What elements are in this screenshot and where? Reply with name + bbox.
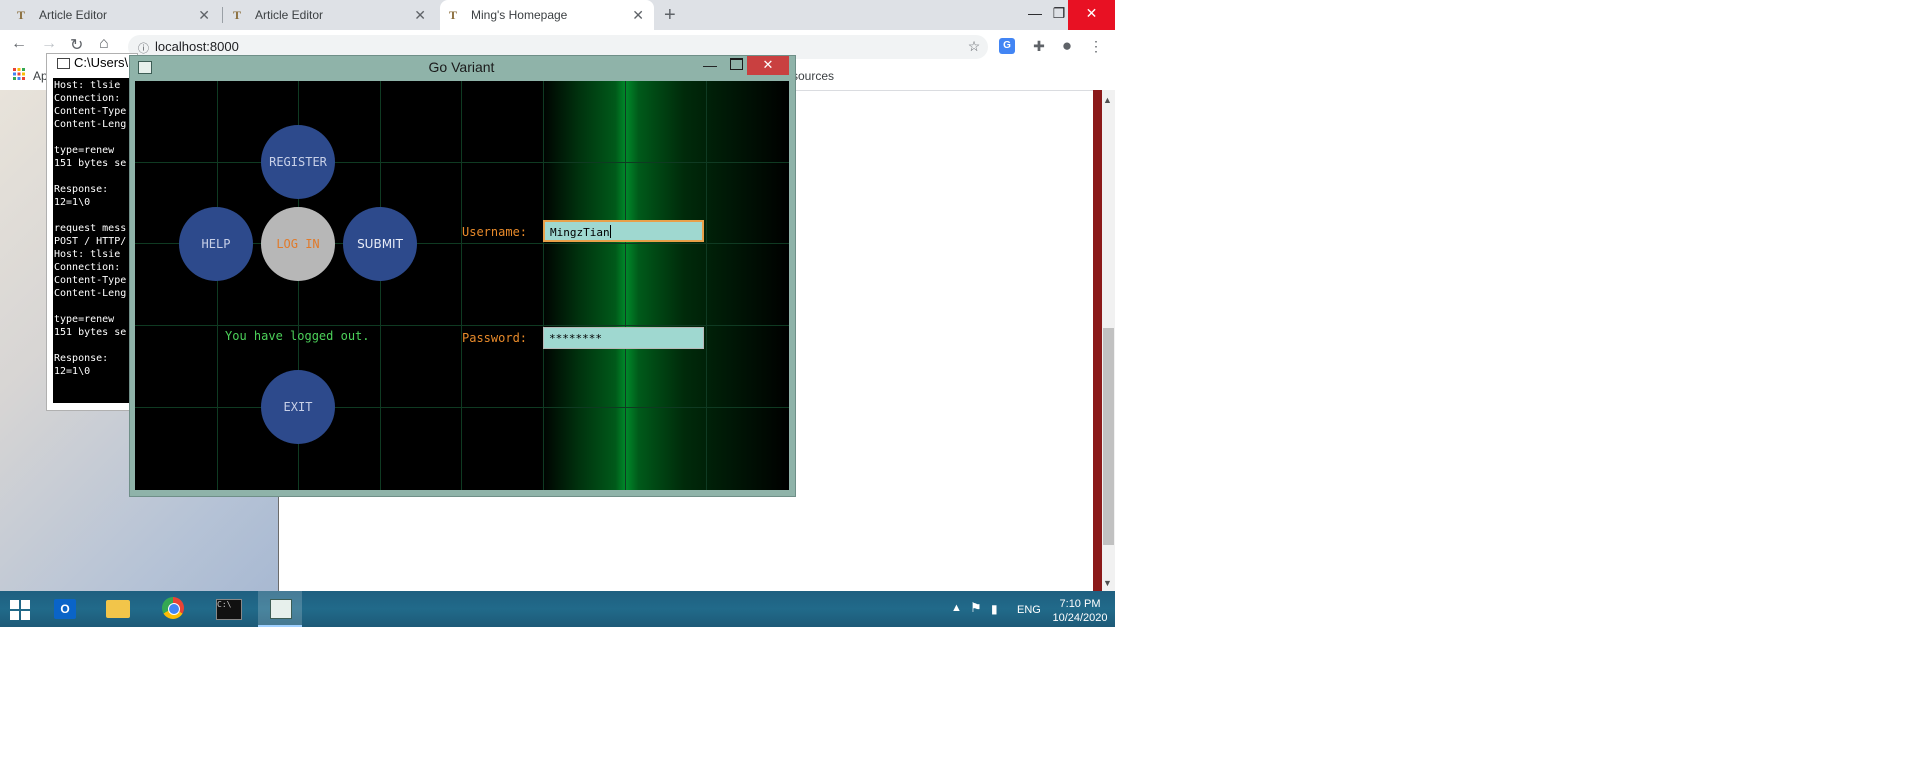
password-input[interactable]: ******** [543, 327, 704, 349]
scrollbar-edge [1093, 90, 1102, 591]
scroll-down-icon[interactable]: ▼ [1103, 578, 1112, 588]
grid-line [217, 81, 218, 490]
grid-line [135, 407, 789, 408]
taskbar-file-explorer[interactable] [96, 591, 140, 627]
extensions-puzzle-icon[interactable]: ✚ [1029, 36, 1049, 56]
grid-line [135, 325, 789, 326]
password-label: Password: [462, 331, 528, 345]
tab-close-icon[interactable]: ✕ [632, 7, 644, 24]
cmd-icon: C:\ [216, 599, 242, 620]
bookmark-item[interactable]: sources [792, 69, 834, 83]
app-window-icon [270, 599, 292, 619]
bookmark-star-icon[interactable]: ☆ [964, 36, 984, 56]
browser-tab[interactable]: T Article Editor ✕ [8, 0, 220, 30]
username-label: Username: [462, 225, 528, 239]
home-icon[interactable]: ⌂ [99, 35, 109, 53]
windows-start-icon[interactable] [10, 600, 30, 620]
submit-button[interactable]: SUBMIT [343, 207, 417, 281]
username-value: MingzTian [550, 226, 610, 239]
tab-label: Article Editor [39, 8, 108, 22]
outlook-icon: O [54, 599, 76, 619]
text-caret [609, 225, 611, 238]
tab-close-icon[interactable]: ✕ [414, 7, 426, 24]
forward-arrow-icon[interactable]: → [41, 35, 57, 53]
status-message: You have logged out. [225, 329, 370, 343]
grid-line [706, 81, 707, 490]
window-maximize-icon[interactable] [730, 58, 743, 70]
grid-line [380, 81, 381, 490]
back-arrow-icon[interactable]: ← [11, 35, 27, 53]
window-close-icon[interactable]: ✕ [747, 56, 789, 75]
new-tab-icon[interactable]: + [664, 4, 676, 27]
flag-icon[interactable]: ⚑ [970, 600, 982, 616]
browser-tab-active[interactable]: T Ming's Homepage ✕ [440, 0, 654, 30]
info-icon[interactable]: ⓘ [138, 40, 149, 56]
console-output-text: Host: tlsie Connection: Content-Type Con… [54, 80, 127, 377]
scroll-up-icon[interactable]: ▲ [1103, 95, 1112, 105]
tab-close-icon[interactable]: ✕ [198, 7, 210, 24]
taskbar-chrome[interactable] [152, 591, 196, 627]
help-button[interactable]: HELP [179, 207, 253, 281]
taskbar-outlook[interactable]: O [44, 591, 88, 627]
game-board[interactable] [135, 81, 789, 490]
window-minimize-icon[interactable]: — [703, 57, 717, 73]
folder-icon [106, 600, 130, 618]
apps-grid-icon[interactable] [13, 68, 25, 80]
login-button[interactable]: LOG IN [261, 207, 335, 281]
profile-avatar-icon[interactable]: ● [1057, 36, 1077, 56]
clock-time: 7:10 PM [1059, 598, 1101, 610]
taskbar-command-prompt[interactable]: C:\ [206, 591, 250, 627]
tray-expand-icon[interactable]: ▲ [951, 602, 962, 614]
console-window-icon [57, 58, 70, 69]
close-icon[interactable]: ✕ [1068, 0, 1115, 30]
tab-separator [222, 7, 223, 23]
chrome-icon [162, 597, 184, 619]
url-text: localhost:8000 [155, 39, 239, 54]
tab-label: Article Editor [255, 8, 324, 22]
clock-date: 10/24/2020 [1052, 612, 1108, 624]
clock[interactable]: 7:10 PM 10/24/2020 [1052, 597, 1108, 625]
menu-kebab-icon[interactable]: ⋮ [1086, 36, 1106, 56]
username-input[interactable]: MingzTian [543, 220, 704, 242]
reload-icon[interactable]: ↻ [70, 35, 83, 55]
article-favicon-icon: T [17, 8, 26, 22]
translate-extension-icon[interactable]: G [999, 38, 1015, 54]
browser-tab[interactable]: T Article Editor ✕ [224, 0, 436, 30]
grid-line [135, 162, 789, 163]
grid-line [543, 81, 544, 490]
console-title: C:\Users\ [74, 55, 129, 70]
article-favicon-icon: T [233, 8, 242, 22]
grid-line [461, 81, 462, 490]
taskbar-go-variant[interactable] [258, 591, 302, 627]
network-icon[interactable]: ▮ [991, 602, 998, 616]
language-indicator[interactable]: ENG [1017, 604, 1041, 616]
window-title: Go Variant [428, 59, 495, 75]
tab-label: Ming's Homepage [471, 8, 568, 22]
grid-line [625, 81, 626, 490]
password-value: ******** [549, 332, 602, 345]
exit-button[interactable]: EXIT [261, 370, 335, 444]
article-favicon-icon: T [449, 8, 458, 22]
register-button[interactable]: REGISTER [261, 125, 335, 199]
scrollbar-thumb[interactable] [1103, 328, 1114, 545]
